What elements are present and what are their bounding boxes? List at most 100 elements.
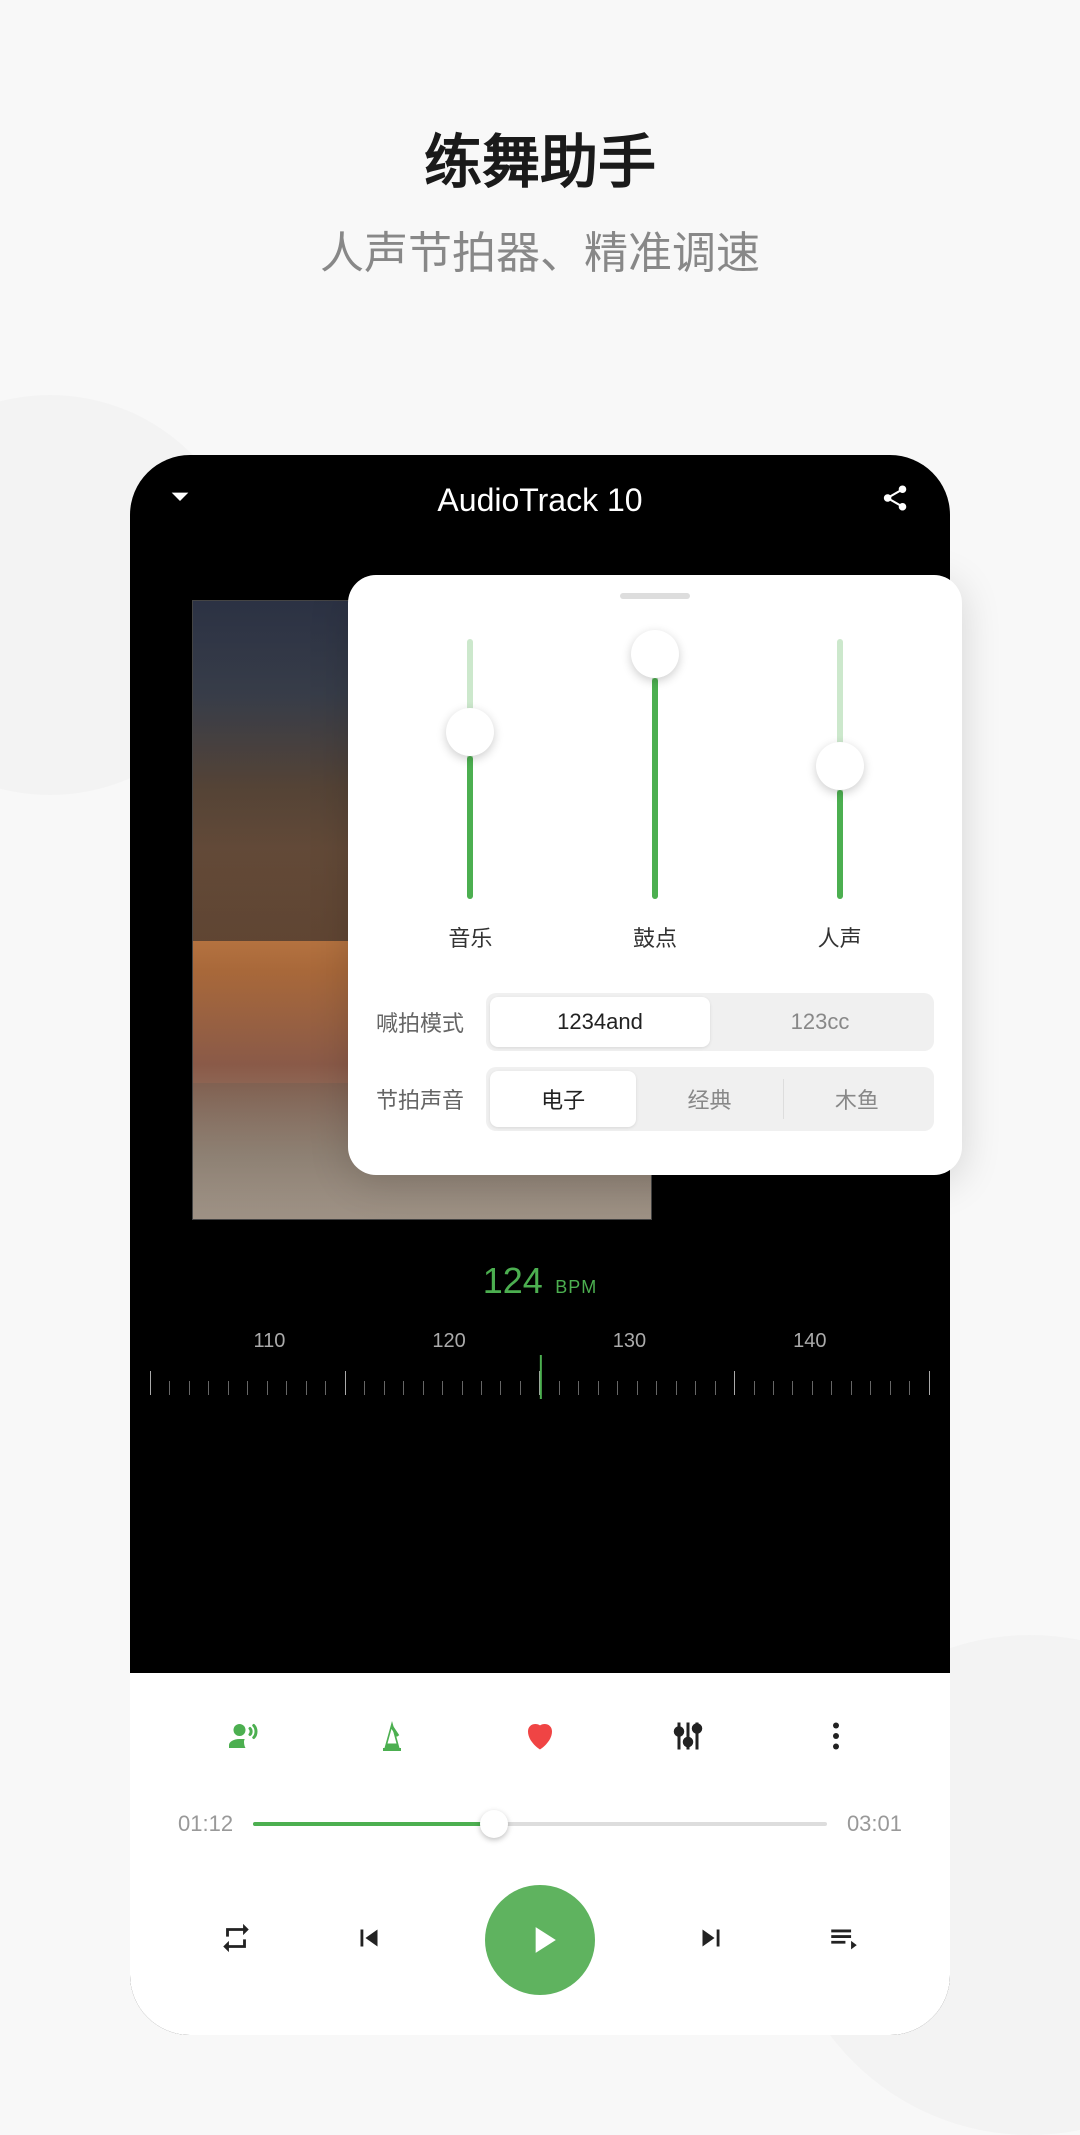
ruler-tick (909, 1381, 910, 1395)
ruler-tick (247, 1381, 248, 1395)
mixer-slider[interactable]: 音乐 (448, 639, 492, 953)
count-mode-option[interactable]: 1234and (490, 997, 710, 1047)
play-button[interactable] (485, 1885, 595, 1995)
voice-icon (226, 1718, 262, 1754)
bpm-tick-label: 130 (613, 1330, 646, 1353)
bpm-section: 124 BPM 110 120 130 140 (130, 1260, 950, 1410)
ruler-tick (423, 1381, 424, 1395)
ruler-tick (773, 1381, 774, 1395)
share-button[interactable] (880, 483, 920, 518)
repeat-button[interactable] (219, 1921, 253, 1960)
slider-fill (837, 790, 843, 899)
ruler-tick (656, 1381, 657, 1395)
more-icon (818, 1718, 854, 1754)
ruler-tick (598, 1381, 599, 1395)
ruler-tick (325, 1381, 326, 1395)
bpm-value: 124 (483, 1260, 543, 1301)
ruler-tick (500, 1381, 501, 1395)
bpm-ruler[interactable]: 110 120 130 140 (130, 1330, 950, 1410)
mixer-slider[interactable]: 人声 (818, 639, 862, 953)
ruler-tick (208, 1381, 209, 1395)
bpm-tick-label: 140 (793, 1330, 826, 1353)
play-icon (521, 1918, 565, 1962)
bpm-indicator (540, 1355, 542, 1399)
ruler-tick (734, 1371, 735, 1395)
beat-sound-segment: 电子 经典 木鱼 (486, 1067, 934, 1131)
ruler-tick (715, 1381, 716, 1395)
ruler-tick (617, 1381, 618, 1395)
progress-fill (253, 1822, 494, 1826)
favorite-button[interactable] (520, 1716, 560, 1756)
ruler-tick (870, 1381, 871, 1395)
slider-knob[interactable] (816, 742, 864, 790)
ruler-tick (189, 1381, 190, 1395)
equalizer-button[interactable] (668, 1716, 708, 1756)
ruler-tick (831, 1381, 832, 1395)
player-header: AudioTrack 10 (130, 455, 950, 545)
skip-next-icon (694, 1921, 728, 1955)
track-title: AudioTrack 10 (200, 482, 880, 519)
ruler-tick (384, 1381, 385, 1395)
ruler-tick (442, 1381, 443, 1395)
metronome-button[interactable] (372, 1716, 412, 1756)
time-total: 03:01 (847, 1811, 902, 1837)
bpm-unit: BPM (555, 1277, 597, 1297)
mixer-popup: 音乐鼓点人声 喊拍模式 1234and 123cc 节拍声音 电子 经典 木鱼 (348, 575, 962, 1175)
playlist-icon (827, 1921, 861, 1955)
ruler-tick (403, 1381, 404, 1395)
slider-fill (652, 678, 658, 899)
ruler-tick (851, 1381, 852, 1395)
skip-previous-icon (352, 1921, 386, 1955)
next-button[interactable] (694, 1921, 728, 1960)
slider-knob[interactable] (631, 630, 679, 678)
share-icon (880, 483, 910, 513)
slider-fill (467, 756, 473, 899)
playlist-button[interactable] (827, 1921, 861, 1960)
ruler-tick (559, 1381, 560, 1395)
ruler-tick (812, 1381, 813, 1395)
ruler-tick (286, 1381, 287, 1395)
ruler-tick (578, 1381, 579, 1395)
slider-label: 人声 (818, 921, 862, 953)
bpm-tick-label: 110 (253, 1330, 285, 1353)
ruler-tick (169, 1381, 170, 1395)
repeat-icon (219, 1921, 253, 1955)
ruler-tick (695, 1381, 696, 1395)
slider-label: 音乐 (448, 921, 492, 953)
ruler-tick (306, 1381, 307, 1395)
equalizer-icon (670, 1718, 706, 1754)
slider-track (837, 639, 843, 899)
ruler-tick (792, 1381, 793, 1395)
ruler-tick (754, 1381, 755, 1395)
progress-slider[interactable] (253, 1822, 827, 1826)
time-elapsed: 01:12 (178, 1811, 233, 1837)
more-button[interactable] (816, 1716, 856, 1756)
count-mode-option[interactable]: 123cc (710, 997, 930, 1047)
progress-thumb[interactable] (480, 1810, 508, 1838)
ruler-tick (462, 1381, 463, 1395)
slider-knob[interactable] (446, 708, 494, 756)
mixer-slider[interactable]: 鼓点 (633, 639, 677, 953)
ruler-tick (890, 1381, 891, 1395)
count-mode-segment: 1234and 123cc (486, 993, 934, 1051)
ruler-tick (267, 1381, 268, 1395)
promo-title: 练舞助手 (0, 115, 1080, 199)
bpm-tick-label: 120 (432, 1330, 465, 1353)
beat-sound-option[interactable]: 电子 (490, 1071, 636, 1127)
promo-subtitle: 人声节拍器、精准调速 (0, 217, 1080, 281)
beat-sound-label: 节拍声音 (376, 1083, 486, 1115)
beat-sound-option[interactable]: 木鱼 (784, 1071, 930, 1127)
ruler-tick (676, 1381, 677, 1395)
ruler-tick (637, 1381, 638, 1395)
slider-label: 鼓点 (633, 921, 677, 953)
previous-button[interactable] (352, 1921, 386, 1960)
beat-sound-option[interactable]: 经典 (636, 1071, 782, 1127)
collapse-button[interactable] (160, 476, 200, 524)
drag-handle[interactable] (620, 593, 690, 599)
ruler-tick (364, 1381, 365, 1395)
metronome-icon (374, 1718, 410, 1754)
slider-track (652, 639, 658, 899)
voice-button[interactable] (224, 1716, 264, 1756)
slider-track (467, 639, 473, 899)
ruler-tick (345, 1371, 346, 1395)
